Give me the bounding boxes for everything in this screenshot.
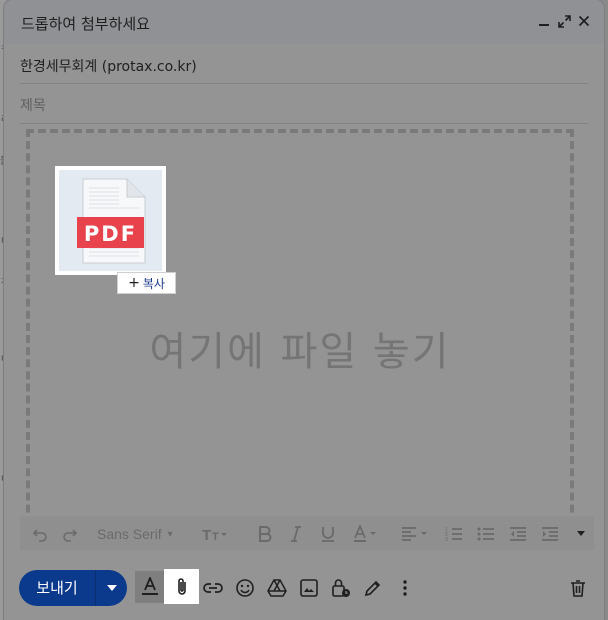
- copy-label: 복사: [142, 276, 165, 291]
- pen-icon: [364, 580, 381, 597]
- link-icon: [203, 583, 223, 593]
- attach-file-button[interactable]: [164, 569, 199, 604]
- text-color-button[interactable]: [353, 524, 379, 544]
- bold-button[interactable]: [258, 524, 272, 544]
- insert-signature-button[interactable]: [359, 574, 387, 602]
- svg-text:T: T: [202, 527, 211, 542]
- lock-clock-icon: [332, 579, 350, 597]
- underline-icon: [322, 527, 334, 542]
- discard-draft-button[interactable]: [564, 574, 592, 602]
- text-color-icon: [354, 525, 376, 542]
- underline-button[interactable]: [321, 524, 335, 544]
- more-options-button[interactable]: [391, 574, 419, 602]
- bold-icon: [259, 526, 272, 542]
- compose-window: 드롭하여 첨부하세요 한경세무회계 (protax.co.kr) 제목 여기에 …: [4, 0, 604, 620]
- italic-button[interactable]: [290, 524, 302, 544]
- indent-less-button[interactable]: [509, 524, 527, 544]
- bulleted-list-icon: [477, 527, 494, 541]
- indent-more-button[interactable]: [541, 524, 559, 544]
- send-options-button[interactable]: [96, 570, 127, 606]
- redo-icon: [63, 529, 78, 542]
- align-button[interactable]: [401, 524, 429, 544]
- formatting-options-button[interactable]: [135, 571, 165, 603]
- svg-text:3: 3: [445, 537, 448, 542]
- indent-decrease-icon: [510, 527, 526, 541]
- to-field[interactable]: 한경세무회계 (protax.co.kr): [20, 44, 588, 84]
- indent-increase-icon: [542, 527, 558, 541]
- align-left-icon: [402, 527, 427, 541]
- plus-icon: +: [128, 275, 140, 291]
- insert-photo-button[interactable]: [295, 574, 323, 602]
- subject-placeholder: 제목: [20, 98, 46, 114]
- chevron-down-icon: ▾: [167, 528, 173, 540]
- undo-icon: [32, 529, 47, 542]
- italic-icon: [291, 526, 301, 542]
- fullscreen-button[interactable]: [555, 12, 573, 30]
- bulleted-list-button[interactable]: [477, 524, 495, 544]
- undo-button[interactable]: [32, 524, 48, 544]
- insert-link-button[interactable]: [199, 574, 227, 602]
- close-icon: [578, 15, 590, 27]
- numbered-list-icon: 123: [445, 527, 462, 542]
- subject-field[interactable]: 제목: [20, 84, 588, 124]
- send-button[interactable]: 보내기: [19, 570, 95, 606]
- text-format-icon: [142, 577, 158, 595]
- compose-title: 드롭하여 첨부하세요: [21, 15, 150, 33]
- numbered-list-button[interactable]: 123: [445, 524, 463, 544]
- chevron-down-icon: [106, 585, 117, 591]
- minimize-icon: [539, 24, 549, 26]
- file-thumbnail: PDF: [59, 170, 162, 271]
- insert-emoji-button[interactable]: [231, 574, 259, 602]
- font-select[interactable]: Sans Serif ▾: [97, 524, 173, 544]
- close-button[interactable]: [575, 12, 593, 30]
- pdf-label: PDF: [83, 222, 138, 246]
- chevron-down-icon: [577, 531, 585, 536]
- send-button-group: 보내기: [19, 570, 127, 606]
- minimize-button[interactable]: [535, 12, 553, 30]
- pdf-file-icon: [77, 178, 146, 264]
- compose-titlebar[interactable]: 드롭하여 첨부하세요: [4, 0, 604, 44]
- text-size-icon: TT: [202, 527, 227, 542]
- trash-icon: [571, 580, 585, 597]
- drive-icon: [267, 579, 287, 597]
- dragged-file-preview: PDF: [55, 166, 166, 275]
- emoji-icon: [236, 579, 254, 597]
- formatting-toolbar: Sans Serif ▾ TT 123: [20, 516, 594, 550]
- redo-button[interactable]: [62, 524, 78, 544]
- compose-footer: 보내기: [4, 560, 604, 620]
- paperclip-icon: [177, 577, 186, 595]
- font-name: Sans Serif: [97, 526, 162, 542]
- recipient-chip[interactable]: 한경세무회계 (protax.co.kr): [20, 56, 197, 76]
- insert-drive-button[interactable]: [263, 574, 291, 602]
- confidential-mode-button[interactable]: [327, 574, 355, 602]
- svg-text:T: T: [212, 531, 219, 542]
- expand-icon: [557, 14, 571, 28]
- font-size-button[interactable]: TT: [202, 524, 228, 544]
- more-formatting-button[interactable]: [576, 524, 586, 544]
- copy-badge: + 복사: [117, 272, 176, 294]
- drop-hint: 여기에 파일 놓기: [149, 329, 451, 375]
- image-icon: [300, 579, 318, 597]
- more-vert-icon: [403, 580, 407, 596]
